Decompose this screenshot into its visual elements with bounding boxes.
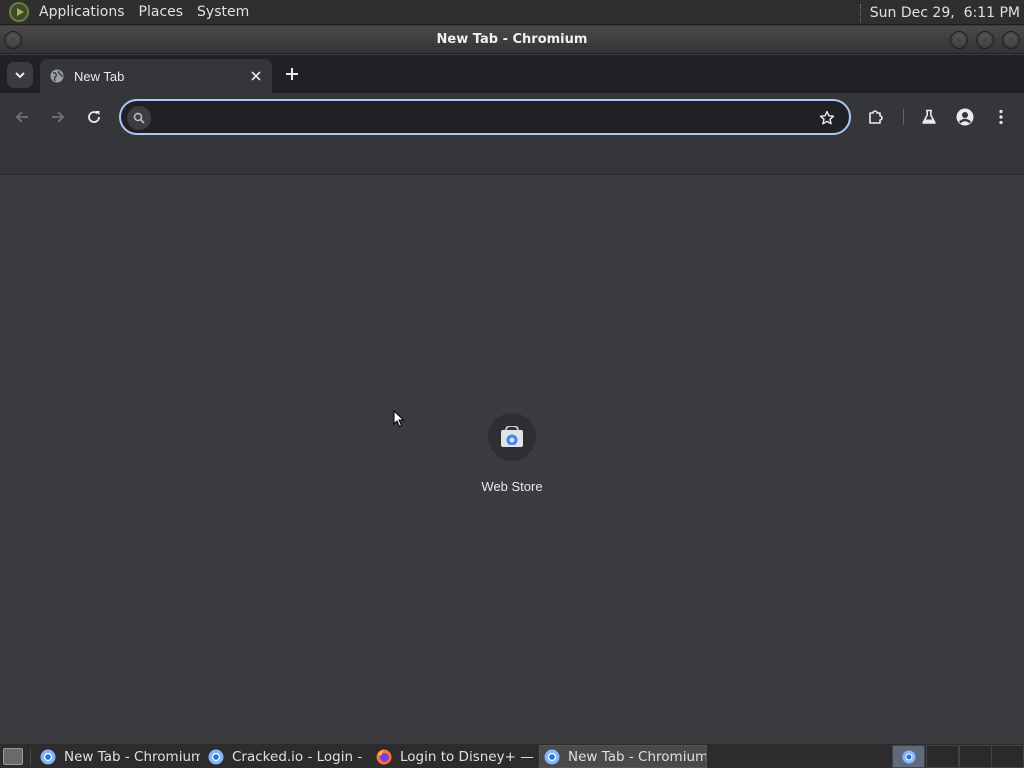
close-icon	[251, 71, 261, 81]
task-new-tab-chromium-active[interactable]: New Tab - Chromium	[539, 745, 707, 768]
new-tab-button[interactable]	[281, 63, 303, 85]
tab-title: New Tab	[74, 68, 125, 84]
panel-separator	[859, 3, 862, 22]
plus-icon	[286, 68, 298, 80]
task-label: Login to Disney+ — …	[400, 748, 536, 765]
top-panel: Applications Places System Sun Dec 29, 6…	[0, 0, 1024, 25]
extensions-puzzle-icon	[869, 110, 883, 124]
tab-close-button[interactable]	[248, 68, 264, 84]
bookmark-star-icon	[819, 110, 835, 125]
window-title: New Tab - Chromium	[436, 32, 588, 47]
task-label: New Tab - Chromium	[64, 748, 200, 765]
more-menu-button[interactable]	[989, 105, 1013, 129]
task-label: New Tab - Chromium	[568, 748, 707, 765]
menu-applications[interactable]: Applications	[35, 4, 129, 20]
new-tab-page: Web Store	[0, 175, 1024, 743]
reload-button[interactable]	[82, 105, 106, 129]
address-bar[interactable]	[119, 99, 851, 135]
workspace-2[interactable]	[926, 745, 959, 768]
task-new-tab-chromium[interactable]: New Tab - Chromium	[36, 745, 200, 768]
forward-button[interactable]	[46, 105, 70, 129]
back-button[interactable]	[10, 105, 34, 129]
search-icon	[127, 106, 151, 130]
mouse-cursor-icon	[393, 410, 405, 428]
labs-flask-icon	[922, 109, 936, 124]
close-window-button[interactable]	[1002, 31, 1020, 49]
back-arrow-icon	[15, 111, 28, 123]
profile-button[interactable]	[953, 105, 977, 129]
show-desktop-button[interactable]	[3, 748, 23, 765]
web-store-icon	[501, 426, 523, 447]
chromium-icon	[902, 750, 916, 764]
labs-button[interactable]	[917, 105, 941, 129]
browser-toolbar	[0, 93, 1024, 140]
workspace-1[interactable]	[892, 745, 925, 768]
extensions-button[interactable]	[864, 105, 888, 129]
menu-system[interactable]: System	[193, 4, 253, 20]
shortcut-tile[interactable]	[488, 413, 536, 461]
bookmarks-bar	[0, 140, 1024, 175]
menu-places[interactable]: Places	[135, 4, 188, 20]
taskbar-separator	[30, 748, 31, 765]
task-label: Cracked.io - Login - …	[232, 748, 368, 765]
chromium-icon	[208, 749, 224, 764]
tab-new-tab[interactable]: New Tab	[40, 59, 272, 93]
toolbar-divider	[903, 109, 904, 125]
chromium-icon	[544, 749, 560, 764]
maximize-button[interactable]	[976, 31, 994, 49]
forward-arrow-icon	[52, 111, 65, 123]
clock[interactable]: Sun Dec 29, 6:11 PM	[870, 5, 1020, 21]
more-menu-icon	[999, 109, 1003, 125]
clock-area: Sun Dec 29, 6:11 PM	[859, 0, 1020, 25]
shortcut-label: Web Store	[481, 479, 543, 494]
workspace-3[interactable]	[959, 745, 992, 768]
firefox-icon	[376, 749, 392, 764]
workspace-4[interactable]	[991, 745, 1024, 768]
task-cracked-login[interactable]: Cracked.io - Login - …	[204, 745, 368, 768]
shortcut-web-store[interactable]: Web Store	[472, 413, 552, 497]
address-input[interactable]	[159, 107, 799, 127]
task-disney-login[interactable]: Login to Disney+ — …	[372, 745, 536, 768]
reload-icon	[88, 111, 100, 123]
window-menu-button[interactable]	[4, 31, 22, 49]
chromium-icon	[40, 749, 56, 764]
bookmark-button[interactable]	[817, 108, 837, 128]
chevron-down-icon	[15, 72, 25, 79]
window-titlebar[interactable]: New Tab - Chromium	[0, 26, 1024, 54]
tab-search-button[interactable]	[7, 62, 33, 88]
minimize-button[interactable]	[950, 31, 968, 49]
globe-icon	[50, 69, 64, 83]
taskbar: New Tab - Chromium Cracked.io - Login - …	[0, 743, 1024, 768]
profile-icon	[956, 108, 974, 126]
distro-logo-icon[interactable]	[9, 2, 29, 22]
tab-strip: New Tab	[0, 55, 1024, 93]
